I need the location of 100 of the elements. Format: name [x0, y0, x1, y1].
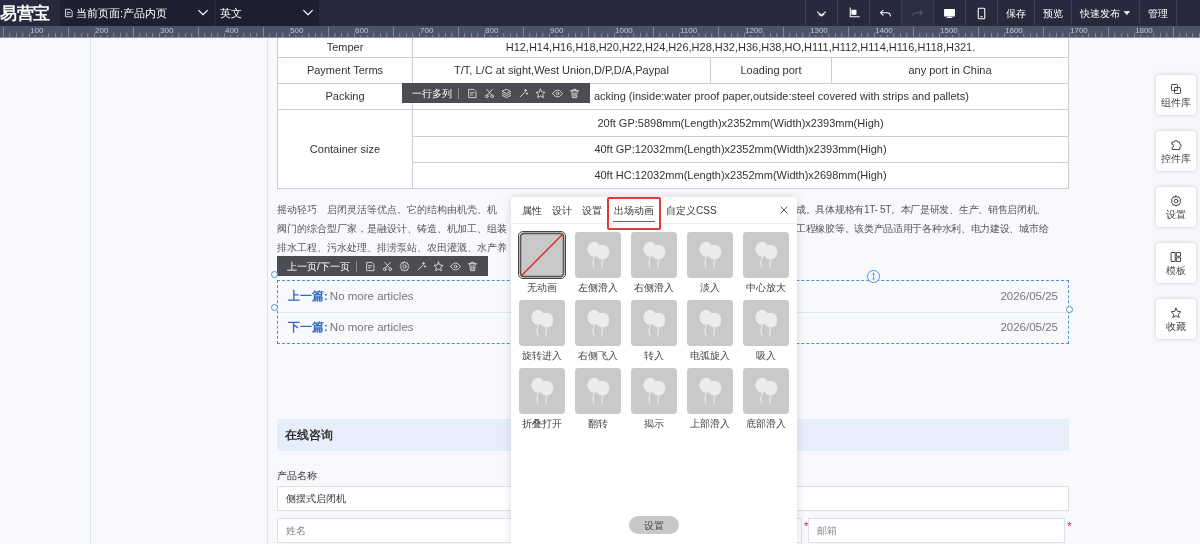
- animation-option[interactable]: 无动画: [519, 232, 565, 294]
- ruler-label: 1400: [875, 27, 893, 35]
- mobile-icon: [975, 6, 988, 20]
- document-icon: [64, 8, 74, 18]
- article-link[interactable]: No more articles: [329, 319, 414, 337]
- side-dock-button[interactable]: 设置: [1156, 187, 1196, 227]
- tab[interactable]: 设置: [577, 196, 607, 224]
- ruler-label: 1700: [1070, 27, 1088, 35]
- ruler-label: 700: [420, 27, 434, 35]
- magic-wand-icon[interactable]: [518, 87, 529, 99]
- paragraph-text: 摇动轻巧 启闭灵活等优点。它的结构由机壳、机 阀门的综合型厂家，是融设计、铸造、机加工、组装 排水工程、污水处理、排涝泵站、农田灌溉、水产养: [277, 203, 508, 255]
- ruler-label: 1200: [745, 27, 763, 35]
- balloon-icon: [631, 368, 677, 414]
- balloon-icon: [743, 368, 789, 414]
- trash-icon[interactable]: [466, 260, 478, 272]
- ruler-label: 1500: [940, 27, 958, 35]
- settings-button[interactable]: 设置: [629, 516, 679, 534]
- ruler-label: 400: [225, 27, 239, 35]
- copy-icon: [1170, 82, 1182, 95]
- table-cell: 40ft GP:12032mm(Length)x2352mm(Width)x2393mm(High): [413, 136, 1068, 162]
- table-cell-text: H12,H14,H16,H18,H20,H22,H24,H26,H28,H32,H36,H38,HO,H111,H112,H114,H116,H118,H321.: [504, 40, 977, 56]
- side-dock-button[interactable]: 控件库: [1156, 131, 1196, 171]
- star-icon[interactable]: [535, 87, 546, 99]
- table-cell: 40ft HC:12032mm(Length)x2352mm(Width)x2698mm(High): [413, 162, 1068, 188]
- document-icon[interactable]: [364, 260, 376, 272]
- ruler-label: 1100: [680, 27, 698, 35]
- document-icon[interactable]: [467, 87, 478, 99]
- scissors-icon[interactable]: [484, 87, 495, 99]
- crop-icon: [847, 6, 860, 20]
- animation-option[interactable]: 中心放大: [743, 232, 789, 294]
- tab[interactable]: 自定义CSS: [661, 196, 722, 224]
- language-select[interactable]: 英文: [216, 0, 319, 26]
- ruler-label: 800: [485, 27, 499, 35]
- ruler-label: 1800: [1135, 27, 1153, 35]
- trash-icon[interactable]: [569, 87, 580, 99]
- toolbar-label: 上一页/下一页: [287, 260, 357, 272]
- side-dock-button[interactable]: 模板: [1156, 243, 1196, 283]
- balloon-icon: [743, 300, 789, 346]
- balloon-icon: [631, 300, 677, 346]
- tab[interactable]: 出场动画: [607, 196, 661, 230]
- balloon-icon: [519, 300, 565, 346]
- puzzle-icon: [1170, 138, 1182, 151]
- magic-wand-icon[interactable]: [415, 260, 427, 272]
- side-dock-button[interactable]: 组件库: [1156, 75, 1196, 115]
- resize-handle[interactable]: [271, 271, 278, 278]
- tab[interactable]: 设计: [547, 196, 577, 224]
- no-animation-icon: [519, 232, 565, 278]
- settings-icon: [1170, 194, 1182, 207]
- table-cell-text: acking (inside:water proof paper,outside:steel covered with strips and pallets): [594, 89, 969, 105]
- required-mark: *: [1067, 519, 1072, 534]
- animation-option[interactable]: 淡入: [687, 232, 733, 294]
- paragraph-text: 成。具体规格有1T- 5T。本厂是研发、生产、销售启闭机、 工程橡胶等。该类产品适用于各种水利、电力建设、城市给: [796, 203, 1050, 236]
- article-link[interactable]: No more articles: [329, 287, 414, 306]
- table-cell-text: any port in China: [907, 63, 993, 79]
- star-icon[interactable]: [432, 260, 444, 272]
- ruler-label: 600: [355, 27, 369, 35]
- balloon-icon: [519, 368, 565, 414]
- table-cell-text: 20ft GP:5898mm(Length)x2352mm(Width)x2393mm(High): [596, 115, 885, 131]
- ruler-label: 1300: [810, 27, 828, 35]
- ruler-label: 1000: [615, 27, 633, 35]
- eye-icon[interactable]: [449, 260, 461, 272]
- animation-option[interactable]: 吸入: [743, 300, 789, 362]
- date-text: 2026/05/25: [1000, 320, 1058, 336]
- animation-option[interactable]: 右侧滑入: [631, 232, 677, 294]
- table-cell: Container size: [278, 110, 413, 188]
- balloon-icon: [575, 368, 621, 414]
- ruler-label: 900: [550, 27, 564, 35]
- caret-down-icon: [1123, 9, 1131, 17]
- resize-handle[interactable]: [867, 270, 880, 283]
- resize-handle[interactable]: [271, 304, 278, 311]
- balloon-icon: [687, 368, 733, 414]
- balloon-icon: [687, 300, 733, 346]
- ruler-label: 100: [30, 27, 44, 35]
- eye-icon[interactable]: [552, 87, 563, 99]
- resize-handle[interactable]: [1066, 306, 1073, 313]
- balloon-icon: [743, 232, 789, 278]
- close-icon: [779, 205, 789, 215]
- scissors-icon[interactable]: [381, 260, 393, 272]
- animation-option[interactable]: 电弧旋入: [687, 300, 733, 362]
- tab[interactable]: 属性: [517, 196, 547, 224]
- logo: 易营宝: [0, 4, 51, 22]
- animation-option[interactable]: 右侧飞入: [575, 300, 621, 362]
- balloon-icon: [575, 300, 621, 346]
- animation-option[interactable]: 转入: [631, 300, 677, 362]
- input-field[interactable]: 邮箱: [808, 518, 1066, 543]
- page-select[interactable]: 当前页面:产品内页: [60, 0, 214, 26]
- balloon-icon: [631, 232, 677, 278]
- side-dock-button[interactable]: 收藏: [1156, 299, 1196, 339]
- settings-icon[interactable]: [398, 260, 410, 272]
- layers-icon[interactable]: [501, 87, 512, 99]
- vertical-arrow-icon: [869, 272, 878, 281]
- close-button[interactable]: [779, 205, 791, 215]
- star-icon: [1170, 306, 1182, 319]
- table-cell: Loading port: [711, 58, 832, 83]
- date-text: 2026/05/25: [1000, 288, 1058, 304]
- animation-option[interactable]: 旋转进入: [519, 300, 565, 362]
- field-label: 产品名称: [277, 470, 318, 482]
- required-mark: *: [804, 519, 809, 534]
- nav-label: 上一篇:: [288, 288, 328, 304]
- animation-option[interactable]: 左侧滑入: [575, 232, 621, 294]
